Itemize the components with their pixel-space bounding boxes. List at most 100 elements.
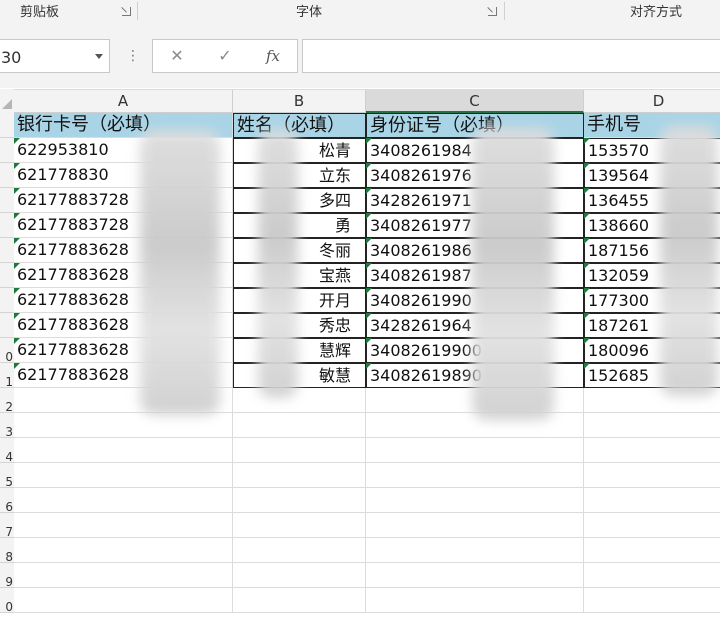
error-indicator-icon <box>584 338 590 344</box>
row-number: 1 <box>5 375 13 388</box>
empty-cell[interactable] <box>366 438 584 463</box>
privacy-blur-name <box>258 130 298 398</box>
row-header[interactable]: 0 <box>0 338 14 363</box>
column-header-d[interactable]: D <box>584 90 720 113</box>
clipboard-dialog-launcher-icon[interactable] <box>122 7 131 16</box>
cell-name[interactable]: 多四 <box>233 188 366 213</box>
row-header[interactable] <box>0 213 14 238</box>
cell-name[interactable]: 开月 <box>233 288 366 313</box>
row-number: 2 <box>5 400 13 413</box>
ribbon-group-bar: 剪贴板 字体 对齐方式 <box>0 0 720 25</box>
empty-cell[interactable] <box>14 538 233 563</box>
row-header[interactable] <box>0 263 14 288</box>
empty-cell[interactable] <box>584 563 720 588</box>
empty-cell[interactable] <box>366 413 584 438</box>
row-header[interactable] <box>0 113 14 138</box>
font-dialog-launcher-icon[interactable] <box>488 7 497 16</box>
empty-cell[interactable] <box>233 563 366 588</box>
error-indicator-icon <box>366 338 372 344</box>
row-header[interactable]: 2 <box>0 388 14 413</box>
row-header[interactable]: 3 <box>0 413 14 438</box>
error-indicator-icon <box>584 263 590 269</box>
empty-cell[interactable] <box>233 388 366 413</box>
error-indicator-icon <box>366 238 372 244</box>
row-header[interactable] <box>0 188 14 213</box>
empty-cell[interactable] <box>366 463 584 488</box>
formula-bar-resize-handle[interactable]: ⋮ <box>126 48 140 64</box>
empty-cell[interactable] <box>366 588 584 613</box>
error-indicator-icon <box>366 188 372 194</box>
name-box[interactable]: 30 <box>0 39 110 73</box>
empty-cell[interactable] <box>584 463 720 488</box>
row-header[interactable]: 7 <box>0 513 14 538</box>
row-header[interactable] <box>0 313 14 338</box>
empty-cell[interactable] <box>233 413 366 438</box>
empty-cell[interactable] <box>14 413 233 438</box>
row-header[interactable] <box>0 163 14 188</box>
cell-name[interactable]: 立东 <box>233 163 366 188</box>
privacy-blur-phone <box>660 126 718 396</box>
enter-icon[interactable]: ✓ <box>211 44 239 68</box>
empty-cell[interactable] <box>233 538 366 563</box>
empty-cell[interactable] <box>366 513 584 538</box>
column-header-c[interactable]: C <box>366 90 584 113</box>
error-indicator-icon <box>366 213 372 219</box>
empty-cell[interactable] <box>14 488 233 513</box>
empty-cell[interactable] <box>14 588 233 613</box>
empty-cell[interactable] <box>233 513 366 538</box>
empty-cell[interactable] <box>584 488 720 513</box>
row-header[interactable]: 6 <box>0 488 14 513</box>
row-header[interactable]: 9 <box>0 563 14 588</box>
empty-cell[interactable] <box>366 563 584 588</box>
cell-name[interactable]: 冬丽 <box>233 238 366 263</box>
row-number: 3 <box>5 425 13 438</box>
row-header[interactable]: 8 <box>0 538 14 563</box>
select-all-triangle-icon[interactable] <box>2 99 12 109</box>
empty-cell[interactable] <box>14 463 233 488</box>
error-indicator-icon <box>366 363 372 369</box>
column-header-b[interactable]: B <box>233 90 366 113</box>
empty-cell[interactable] <box>14 438 233 463</box>
cell-name[interactable]: 勇 <box>233 213 366 238</box>
cell-name[interactable]: 敏慧 <box>233 363 366 388</box>
row-number: 0 <box>5 350 13 363</box>
column-header-a[interactable]: A <box>14 90 233 113</box>
empty-cell[interactable] <box>233 438 366 463</box>
row-header[interactable]: 4 <box>0 438 14 463</box>
spreadsheet-grid: 银行卡号（必填） 姓名（必填） 身份证号（必填） 手机号 622953810 松青 3408… <box>14 113 720 636</box>
empty-cell[interactable] <box>233 488 366 513</box>
empty-cell[interactable] <box>366 538 584 563</box>
empty-cell[interactable] <box>366 488 584 513</box>
error-indicator-icon <box>14 313 20 319</box>
row-header[interactable] <box>0 138 14 163</box>
insert-function-icon[interactable]: fx <box>259 44 287 68</box>
chevron-down-icon[interactable] <box>95 54 103 59</box>
empty-cell[interactable] <box>584 438 720 463</box>
row-header[interactable]: 0 <box>0 588 14 613</box>
formula-buttons: ✕ ✓ fx <box>152 39 298 73</box>
row-header[interactable]: 1 <box>0 363 14 388</box>
empty-cell[interactable] <box>584 413 720 438</box>
error-indicator-icon <box>366 138 372 144</box>
error-indicator-icon <box>366 163 372 169</box>
cell-name[interactable]: 秀忠 <box>233 313 366 338</box>
empty-cell[interactable] <box>233 463 366 488</box>
empty-cell[interactable] <box>14 563 233 588</box>
ribbon-group-clipboard: 剪贴板 <box>20 5 60 20</box>
row-header[interactable]: 5 <box>0 463 14 488</box>
cell-name[interactable]: 慧辉 <box>233 338 366 363</box>
group-divider <box>137 2 138 20</box>
row-number: 4 <box>5 450 13 463</box>
empty-cell[interactable] <box>584 513 720 538</box>
empty-cell[interactable] <box>233 588 366 613</box>
row-header[interactable] <box>0 288 14 313</box>
formula-input[interactable] <box>302 39 720 73</box>
cancel-icon[interactable]: ✕ <box>163 44 191 68</box>
empty-cell[interactable] <box>14 513 233 538</box>
cell-name[interactable]: 松青 <box>233 138 366 163</box>
row-header[interactable] <box>0 238 14 263</box>
header-name[interactable]: 姓名（必填） <box>233 113 366 138</box>
empty-cell[interactable] <box>584 588 720 613</box>
empty-cell[interactable] <box>584 538 720 563</box>
cell-name[interactable]: 宝燕 <box>233 263 366 288</box>
